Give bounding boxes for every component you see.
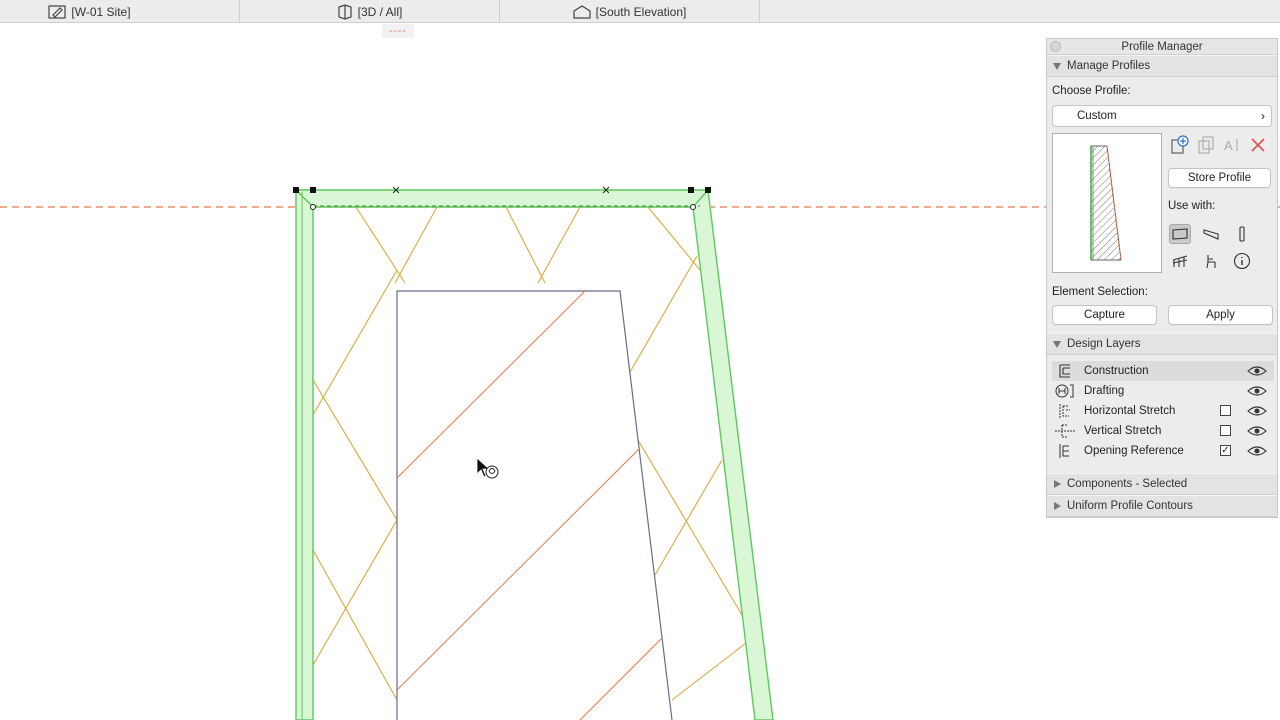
tab-label: [South Elevation] <box>595 4 687 19</box>
layer-row-drafting[interactable]: Drafting <box>1052 381 1274 401</box>
tab-3d-all[interactable]: [3D / All] <box>240 0 500 23</box>
disclosure-right-icon <box>1054 502 1061 510</box>
profile-select-value: Custom <box>1077 110 1117 122</box>
construction-layer-icon <box>1052 361 1078 381</box>
layer-name: Vertical Stretch <box>1084 425 1162 437</box>
choose-profile-label: Choose Profile: <box>1052 85 1131 97</box>
store-profile-button[interactable]: Store Profile <box>1168 168 1271 188</box>
opening-reference-icon <box>1052 441 1078 461</box>
section-label: Components - Selected <box>1067 478 1188 490</box>
section-label: Uniform Profile Contours <box>1067 500 1193 512</box>
opening-diagonals <box>396 290 663 720</box>
apply-button[interactable]: Apply <box>1168 305 1273 325</box>
beam-icon[interactable] <box>1200 224 1222 244</box>
disclosure-down-icon <box>1053 62 1061 70</box>
disclosure-down-icon <box>1053 340 1061 348</box>
element-selection-label: Element Selection: <box>1052 286 1148 298</box>
drafting-layer-icon <box>1052 381 1078 401</box>
duplicate-profile-icon[interactable] <box>1195 135 1217 155</box>
design-layers-list: Construction Drafting Horizontal Stretch… <box>1052 361 1274 461</box>
cube-icon <box>338 3 352 20</box>
chair-icon[interactable] <box>1200 251 1222 271</box>
eye-icon[interactable] <box>1246 364 1268 378</box>
layer-row-opening-reference[interactable]: Opening Reference ✓ <box>1052 441 1274 461</box>
info-icon[interactable] <box>1231 251 1253 271</box>
svg-text:A: A <box>1224 138 1233 153</box>
layer-row-vertical-stretch[interactable]: Vertical Stretch <box>1052 421 1274 441</box>
profile-select[interactable]: Custom › <box>1052 105 1272 127</box>
layer-name: Opening Reference <box>1084 445 1184 457</box>
eye-icon[interactable] <box>1246 424 1268 438</box>
tab-label: [W-01 Site] <box>71 4 131 19</box>
profile-preview <box>1052 133 1162 273</box>
chevron-right-icon: › <box>1261 109 1265 123</box>
profile-preview-graphic <box>1090 145 1122 261</box>
wall-icon[interactable] <box>1169 224 1191 244</box>
layer-checkbox[interactable] <box>1220 425 1231 436</box>
section-design-layers[interactable]: Design Layers <box>1047 333 1277 355</box>
section-label: Design Layers <box>1067 338 1141 350</box>
opening-outline <box>396 290 673 720</box>
layer-row-construction[interactable]: Construction <box>1052 361 1274 381</box>
section-uniform-profile-contours[interactable]: Uniform Profile Contours <box>1047 495 1277 517</box>
profile-manager-panel: Profile Manager Manage Profiles Choose P… <box>1046 38 1278 518</box>
layer-checkbox[interactable] <box>1220 405 1231 416</box>
tab-south-elevation[interactable]: [South Elevation] <box>500 0 760 23</box>
house-icon <box>573 4 591 19</box>
mouse-cursor-icon <box>476 457 499 479</box>
close-button[interactable] <box>1050 41 1061 52</box>
panel-title-bar: Profile Manager <box>1047 39 1277 55</box>
layer-row-horizontal-stretch[interactable]: Horizontal Stretch <box>1052 401 1274 421</box>
view-tab-bar: [W-01 Site] [3D / All] [South Elevation] <box>0 0 1280 23</box>
vertical-stretch-icon <box>1052 421 1078 441</box>
section-label: Manage Profiles <box>1067 60 1151 72</box>
layer-checkbox-checked[interactable]: ✓ <box>1220 445 1231 456</box>
eye-icon[interactable] <box>1246 384 1268 398</box>
layer-name: Drafting <box>1084 385 1125 397</box>
profile-frame <box>294 188 774 720</box>
tab-label: [3D / All] <box>357 4 403 19</box>
delete-profile-icon[interactable] <box>1247 135 1269 155</box>
capture-button[interactable]: Capture <box>1052 305 1157 325</box>
layer-name: Construction <box>1084 365 1149 377</box>
section-components-selected[interactable]: Components - Selected <box>1047 473 1277 495</box>
horizontal-stretch-icon <box>1052 401 1078 421</box>
eye-icon[interactable] <box>1246 444 1268 458</box>
new-profile-icon[interactable] <box>1169 135 1191 155</box>
railing-icon[interactable] <box>1169 251 1191 271</box>
rename-profile-icon[interactable]: A <box>1221 135 1243 155</box>
tab-site-plan[interactable]: [W-01 Site] <box>0 0 240 23</box>
eye-icon[interactable] <box>1246 404 1268 418</box>
profile-hatch <box>312 206 751 701</box>
column-icon[interactable] <box>1231 224 1253 244</box>
use-with-label: Use with: <box>1168 200 1216 212</box>
disclosure-right-icon <box>1054 480 1061 488</box>
section-manage-profiles[interactable]: Manage Profiles <box>1047 55 1277 77</box>
pencil-icon <box>48 4 67 19</box>
layer-name: Horizontal Stretch <box>1084 405 1176 417</box>
panel-title: Profile Manager <box>1121 41 1203 53</box>
